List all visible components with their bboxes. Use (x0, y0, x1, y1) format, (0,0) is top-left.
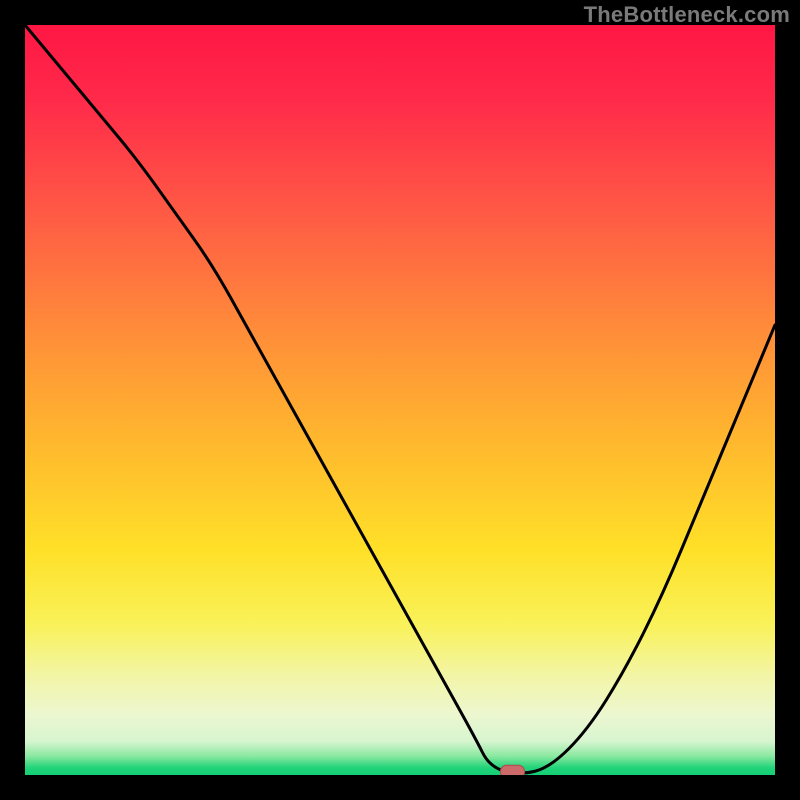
plot-area (25, 25, 775, 775)
gradient-background (25, 25, 775, 775)
optimal-point-marker (501, 765, 525, 775)
bottleneck-chart (25, 25, 775, 775)
watermark-text: TheBottleneck.com (584, 2, 790, 28)
chart-frame: TheBottleneck.com (0, 0, 800, 800)
